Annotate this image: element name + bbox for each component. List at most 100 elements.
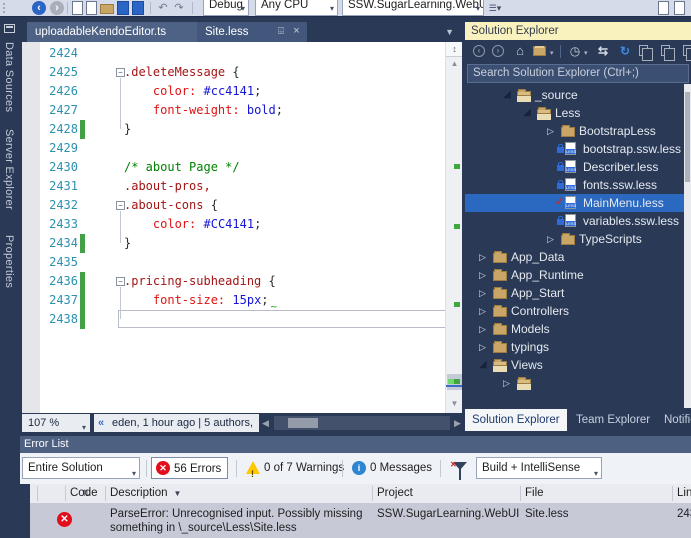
show-all-files-icon[interactable] — [661, 45, 670, 56]
tree-item-bootstrap-ssw-less[interactable]: bootstrap.ssw.less — [465, 140, 684, 158]
code-line[interactable]: 2434} — [22, 234, 462, 253]
code-line[interactable]: 2428} — [22, 120, 462, 139]
column-header-line[interactable]: Line — [677, 484, 691, 503]
code-line[interactable]: 2424 — [22, 44, 462, 63]
toolbar-grip[interactable] — [2, 2, 6, 14]
editor-tab-siteless[interactable]: Site.less ⌹ × — [197, 22, 307, 42]
warnings-filter-button[interactable]: 0 of 7 Warnings — [242, 457, 350, 479]
tree-item-app-data[interactable]: ▷App_Data — [465, 248, 684, 266]
tree-scrollbar[interactable] — [684, 84, 691, 408]
expand-arrow-icon[interactable]: ▷ — [479, 302, 486, 320]
error-scope-combo[interactable]: Entire Solution ▾ — [22, 457, 140, 479]
scrollbar-thumb[interactable] — [288, 418, 318, 428]
collapse-arrow-icon[interactable]: ◢ — [479, 356, 487, 374]
column-header-code[interactable]: Code — [70, 484, 104, 503]
toolbar-icon[interactable] — [674, 1, 685, 15]
messages-filter-button[interactable]: i 0 Messages — [348, 457, 438, 479]
startup-project-combo[interactable]: SSW.SugarLearning.WebUI▾ — [342, 0, 484, 16]
code-line[interactable]: 2425−.deleteMessage { — [22, 63, 462, 82]
tree-item-typescripts[interactable]: ▷TypeScripts — [465, 230, 684, 248]
code-line[interactable]: 2438 — [22, 310, 462, 329]
expand-arrow-icon[interactable]: ▷ — [479, 266, 486, 284]
column-header-description[interactable]: Description▼ — [110, 484, 340, 503]
column-header-file[interactable]: File — [525, 484, 670, 503]
vertical-scrollbar[interactable]: ↕ ▲ ▼ — [445, 42, 462, 413]
properties-icon[interactable] — [683, 45, 691, 56]
code-line[interactable]: 2427 font-weight: bold; — [22, 101, 462, 120]
scroll-right-icon[interactable]: ▶ — [454, 418, 461, 429]
chevron-down-icon[interactable]: ▾ — [584, 49, 588, 57]
error-row[interactable]: ✕ParseError: Unrecognised input. Possibl… — [30, 503, 691, 538]
code-line[interactable]: 2426 color: #cc4141; — [22, 82, 462, 101]
expand-arrow-icon[interactable]: ▷ — [479, 248, 486, 266]
scroll-down-icon[interactable]: ▼ — [446, 399, 462, 408]
code-line[interactable]: 2432−.about-cons { — [22, 196, 462, 215]
collapse-all-icon[interactable] — [639, 45, 648, 56]
expand-arrow-icon[interactable]: ▷ — [479, 284, 486, 302]
tree-item-app-start[interactable]: ▷App_Start — [465, 284, 684, 302]
forward-icon[interactable]: › — [492, 45, 504, 57]
expand-arrow-icon[interactable]: ▷ — [547, 122, 554, 140]
switch-views-icon[interactable]: ⇆ — [595, 43, 611, 59]
expand-arrow-icon[interactable]: ▷ — [479, 320, 486, 338]
tree-item-app-runtime[interactable]: ▷App_Runtime — [465, 266, 684, 284]
code-line[interactable]: 2436−.pricing-subheading { — [22, 272, 462, 291]
home-icon[interactable]: ⌂ — [512, 43, 528, 59]
collapse-arrow-icon[interactable]: ◢ — [503, 86, 511, 104]
platform-combo[interactable]: Any CPU▾ — [255, 0, 338, 16]
collapse-arrow-icon[interactable]: ◢ — [523, 104, 531, 122]
tree-item-fonts-ssw-less[interactable]: fonts.ssw.less — [465, 176, 684, 194]
chevron-down-icon[interactable]: ▾ — [550, 49, 554, 57]
navigate-back-icon[interactable]: ‹ — [32, 1, 46, 15]
solution-explorer-search-input[interactable]: Search Solution Explorer (Ctrl+;) — [467, 64, 689, 83]
navigate-forward-icon[interactable]: › — [50, 1, 64, 15]
codelens-history[interactable]: « eden, 1 hour ago | 5 authors, — [94, 414, 259, 432]
tab-notifications[interactable]: Notifications — [657, 409, 691, 431]
errors-filter-button[interactable]: ✕ 56 Errors — [151, 457, 228, 479]
refresh-icon[interactable]: ↻ — [617, 43, 633, 59]
redo-icon[interactable]: ↷ — [172, 1, 186, 15]
tab-overflow-icon[interactable]: ▼ — [445, 27, 454, 37]
debug-config-combo[interactable]: Debug▾ — [203, 0, 249, 16]
tree-item-views[interactable]: ◢Views — [465, 356, 684, 374]
tree-item--source[interactable]: ◢_source — [465, 86, 684, 104]
save-all-icon[interactable] — [132, 1, 144, 15]
solution-tree[interactable]: ◢_source◢Less▷BootstrapLessbootstrap.ssw… — [465, 84, 691, 408]
tree-item-bootstrapless[interactable]: ▷BootstrapLess — [465, 122, 684, 140]
code-line[interactable]: 2430/* about Page */ — [22, 158, 462, 177]
solution-explorer-title[interactable]: Solution Explorer — [465, 22, 691, 40]
editor-tab-uploadablekendoeditor[interactable]: uploadableKendoEditor.ts — [27, 22, 197, 42]
splitter-handle-icon[interactable]: ↕ — [446, 42, 462, 57]
scroll-up-icon[interactable]: ▲ — [446, 59, 462, 68]
tree-item-variables-ssw-less[interactable]: variables.ssw.less — [465, 212, 684, 230]
new-file-icon[interactable] — [72, 1, 83, 15]
scrollbar-thumb[interactable] — [685, 92, 690, 182]
code-line[interactable]: 2431.about-pros, — [22, 177, 462, 196]
open-file-icon[interactable] — [86, 1, 97, 15]
tree-item-models[interactable]: ▷Models — [465, 320, 684, 338]
expand-arrow-icon[interactable]: ▷ — [547, 230, 554, 248]
expand-arrow-icon[interactable]: ▷ — [479, 338, 486, 356]
sidebar-tab-data-sources[interactable]: Data Sources — [3, 42, 15, 112]
expand-arrow-icon[interactable]: ▷ — [503, 374, 510, 392]
tree-item-mainmenu-less[interactable]: ✓MainMenu.less — [465, 194, 684, 212]
tree-item-less[interactable]: ◢Less — [465, 104, 684, 122]
sync-with-active-document-icon[interactable] — [533, 46, 546, 56]
code-line[interactable]: 2435 — [22, 253, 462, 272]
sidebar-tab-server-explorer[interactable]: Server Explorer — [3, 129, 15, 210]
save-icon[interactable] — [117, 1, 129, 15]
tab-solution-explorer[interactable]: Solution Explorer — [465, 409, 567, 431]
horizontal-scrollbar[interactable] — [274, 416, 450, 430]
tree-item-controllers[interactable]: ▷Controllers — [465, 302, 684, 320]
close-icon[interactable]: × — [290, 25, 303, 38]
open-folder-icon[interactable] — [100, 4, 114, 14]
pending-changes-filter-icon[interactable]: ◷ — [567, 43, 583, 59]
error-list-title[interactable]: Error List — [20, 436, 691, 453]
tree-item-describer-less[interactable]: Describer.less — [465, 158, 684, 176]
tab-team-explorer[interactable]: Team Explorer — [569, 409, 655, 431]
tree-item-typings[interactable]: ▷typings — [465, 338, 684, 356]
code-line[interactable]: 2437 font-size: 15px;~ — [22, 291, 462, 310]
undo-icon[interactable]: ↶ — [156, 1, 170, 15]
scroll-left-icon[interactable]: ◀ — [262, 418, 269, 429]
tree-item[interactable]: ▷ — [465, 374, 684, 392]
